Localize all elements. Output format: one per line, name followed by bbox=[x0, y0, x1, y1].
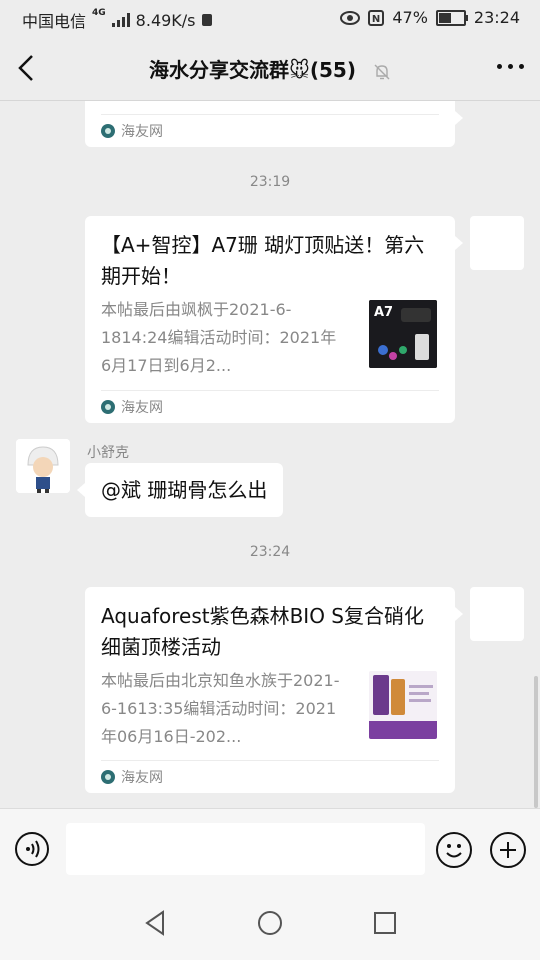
card-title: 【A+智控】A7珊 瑚灯顶贴送！第六期开始！ bbox=[101, 233, 425, 288]
input-bar bbox=[0, 808, 540, 889]
card-source: 海友网 bbox=[101, 390, 439, 423]
storage-icon bbox=[201, 14, 212, 26]
card-thumbnail: A7 bbox=[369, 300, 437, 368]
back-triangle-icon[interactable] bbox=[143, 910, 167, 936]
clock: 23:24 bbox=[473, 8, 520, 27]
card-thumbnail bbox=[369, 671, 437, 739]
mute-bell-icon bbox=[374, 64, 390, 79]
eye-icon bbox=[340, 10, 361, 25]
card-source: 海友网 bbox=[101, 114, 439, 147]
sender-name: 小舒克 bbox=[87, 445, 129, 461]
carrier-label: 中国电信 bbox=[22, 12, 87, 31]
haiyou-logo-icon bbox=[101, 400, 115, 414]
status-left: 中国电信 4G 8.49K/s bbox=[22, 8, 212, 32]
card-source-label: 海友网 bbox=[121, 400, 163, 416]
haiyou-logo-icon bbox=[101, 124, 115, 138]
nfc-icon: N bbox=[368, 9, 385, 26]
card-source: 海友网 bbox=[101, 760, 439, 793]
link-card-partial[interactable]: 海友网 bbox=[85, 101, 463, 147]
card-title: Aquaforest紫色森林BIO S复合硝化细菌顶楼活动 bbox=[101, 604, 424, 659]
timestamp: 23:24 bbox=[249, 544, 291, 560]
svg-text:N: N bbox=[372, 14, 380, 25]
message-bubble[interactable]: @斌 珊瑚骨怎么出 bbox=[76, 463, 284, 517]
home-circle-icon[interactable] bbox=[257, 910, 283, 936]
status-bar: 中国电信 4G 8.49K/s N 47% 23:24 bbox=[0, 0, 540, 36]
link-card[interactable]: 【A+智控】A7珊 瑚灯顶贴送！第六期开始！ 本帖最后由飒枫于2021-6-18… bbox=[85, 216, 463, 423]
message-input[interactable] bbox=[66, 823, 425, 875]
scrollbar[interactable] bbox=[534, 676, 538, 808]
signal-icon bbox=[111, 13, 130, 27]
voice-icon[interactable] bbox=[15, 832, 49, 866]
thumbnail-label: A7 bbox=[374, 305, 393, 320]
system-nav-bar bbox=[0, 888, 540, 960]
timestamp: 23:19 bbox=[249, 174, 291, 190]
chat-title-wrap: 海水分享交流群🐭(55) bbox=[0, 54, 540, 83]
chat-area[interactable]: 海友网 23:19 【A+智控】A7珊 瑚灯顶贴送！第六期开始！ 本帖最后由飒枫… bbox=[0, 101, 540, 808]
status-right: N 47% 23:24 bbox=[340, 8, 520, 27]
chat-title: 海水分享交流群🐭(55) bbox=[149, 58, 356, 82]
network-type: 4G bbox=[92, 8, 106, 18]
battery-icon bbox=[435, 9, 468, 26]
network-speed: 8.49K/s bbox=[135, 10, 196, 30]
recents-square-icon[interactable] bbox=[373, 911, 397, 935]
my-avatar[interactable] bbox=[470, 587, 524, 641]
link-card[interactable]: Aquaforest紫色森林BIO S复合硝化细菌顶楼活动 本帖最后由北京知鱼水… bbox=[85, 587, 463, 793]
card-source-label: 海友网 bbox=[121, 770, 163, 786]
card-source-label: 海友网 bbox=[121, 124, 163, 140]
chat-header: 海水分享交流群🐭(55) bbox=[0, 36, 540, 101]
plus-icon[interactable] bbox=[490, 832, 526, 868]
my-avatar[interactable] bbox=[470, 216, 524, 270]
emoji-icon[interactable] bbox=[436, 832, 472, 868]
card-description: 本帖最后由北京知鱼水族于2021-6-1613:35编辑活动时间：2021年06… bbox=[101, 671, 340, 746]
sender-avatar[interactable] bbox=[16, 439, 70, 493]
battery-fill bbox=[438, 12, 452, 23]
battery-percent: 47% bbox=[392, 8, 428, 27]
card-description: 本帖最后由飒枫于2021-6-1814:24编辑活动时间：2021年6月17日到… bbox=[101, 300, 337, 375]
haiyou-logo-icon bbox=[101, 770, 115, 784]
more-icon[interactable] bbox=[497, 64, 524, 69]
